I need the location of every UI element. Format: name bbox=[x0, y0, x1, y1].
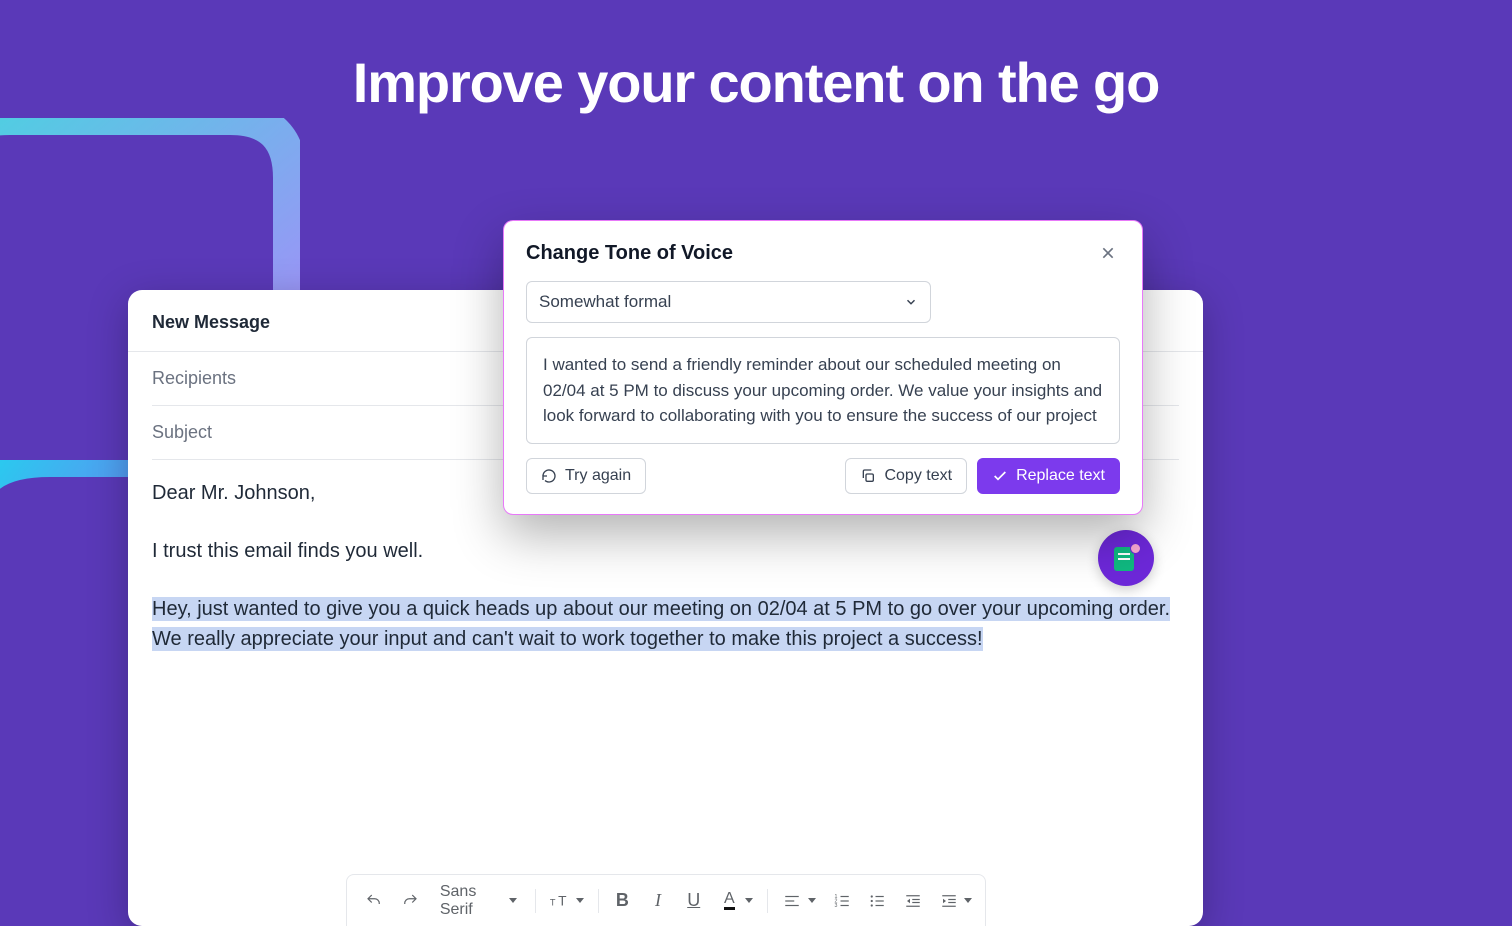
tone-select[interactable]: Somewhat formal bbox=[526, 281, 931, 323]
align-left-icon bbox=[783, 892, 801, 910]
underline-button[interactable]: U bbox=[678, 883, 710, 919]
italic-button[interactable]: I bbox=[642, 883, 674, 919]
try-again-label: Try again bbox=[565, 467, 631, 485]
selected-paragraph: Hey, just wanted to give you a quick hea… bbox=[152, 594, 1179, 654]
redo-icon bbox=[401, 892, 419, 910]
numbered-list-button[interactable]: 123 bbox=[826, 883, 858, 919]
bulleted-list-button[interactable] bbox=[861, 883, 893, 919]
text-color-icon: A bbox=[724, 891, 735, 910]
popup-title: Change Tone of Voice bbox=[526, 242, 733, 265]
close-button[interactable] bbox=[1096, 241, 1120, 265]
caret-down-icon bbox=[576, 898, 584, 903]
indent-increase-button[interactable] bbox=[933, 883, 965, 919]
tone-selected-value: Somewhat formal bbox=[539, 292, 671, 312]
toolbar-separator bbox=[767, 889, 768, 913]
caret-down-icon bbox=[808, 898, 816, 903]
try-again-button[interactable]: Try again bbox=[526, 458, 646, 494]
copy-text-label: Copy text bbox=[884, 467, 952, 485]
font-size-button[interactable]: TT bbox=[544, 883, 576, 919]
bulleted-list-icon bbox=[868, 892, 886, 910]
caret-down-icon bbox=[745, 898, 753, 903]
bold-icon: B bbox=[616, 890, 629, 911]
toolbar-separator bbox=[535, 889, 536, 913]
highlighted-text: Hey, just wanted to give you a quick hea… bbox=[152, 597, 1170, 651]
hero-title: Improve your content on the go bbox=[0, 50, 1512, 115]
redo-button[interactable] bbox=[394, 883, 426, 919]
assistant-fab-icon bbox=[1114, 545, 1138, 571]
bold-button[interactable]: B bbox=[607, 883, 639, 919]
numbered-list-icon: 123 bbox=[833, 892, 851, 910]
copy-text-button[interactable]: Copy text bbox=[845, 458, 967, 494]
undo-button[interactable] bbox=[359, 883, 391, 919]
svg-text:T: T bbox=[558, 893, 567, 908]
chevron-down-icon bbox=[904, 295, 918, 309]
svg-text:T: T bbox=[550, 897, 556, 907]
caret-down-icon bbox=[964, 898, 972, 903]
toolbar-separator bbox=[598, 889, 599, 913]
check-icon bbox=[992, 468, 1008, 484]
indent-increase-icon bbox=[940, 892, 958, 910]
indent-decrease-button[interactable] bbox=[897, 883, 929, 919]
align-button[interactable] bbox=[776, 883, 808, 919]
result-text: I wanted to send a friendly reminder abo… bbox=[526, 337, 1120, 444]
close-icon bbox=[1100, 245, 1116, 261]
replace-text-label: Replace text bbox=[1016, 467, 1105, 485]
caret-down-icon bbox=[509, 898, 517, 903]
assistant-fab[interactable] bbox=[1098, 530, 1154, 586]
refresh-icon bbox=[541, 468, 557, 484]
copy-icon bbox=[860, 468, 876, 484]
underline-icon: U bbox=[687, 890, 700, 911]
svg-text:3: 3 bbox=[834, 903, 837, 909]
font-family-select[interactable]: Sans Serif bbox=[430, 883, 527, 919]
font-size-icon: TT bbox=[549, 890, 571, 912]
undo-icon bbox=[365, 892, 383, 910]
replace-text-button[interactable]: Replace text bbox=[977, 458, 1120, 494]
indent-decrease-icon bbox=[904, 892, 922, 910]
font-family-label: Sans Serif bbox=[440, 883, 503, 919]
italic-icon: I bbox=[655, 890, 661, 911]
text-color-button[interactable]: A bbox=[714, 883, 746, 919]
intro-line: I trust this email finds you well. bbox=[152, 536, 1179, 566]
format-toolbar: Sans Serif TT B I U A 123 bbox=[346, 874, 986, 926]
tone-change-popup: Change Tone of Voice Somewhat formal I w… bbox=[503, 220, 1143, 515]
